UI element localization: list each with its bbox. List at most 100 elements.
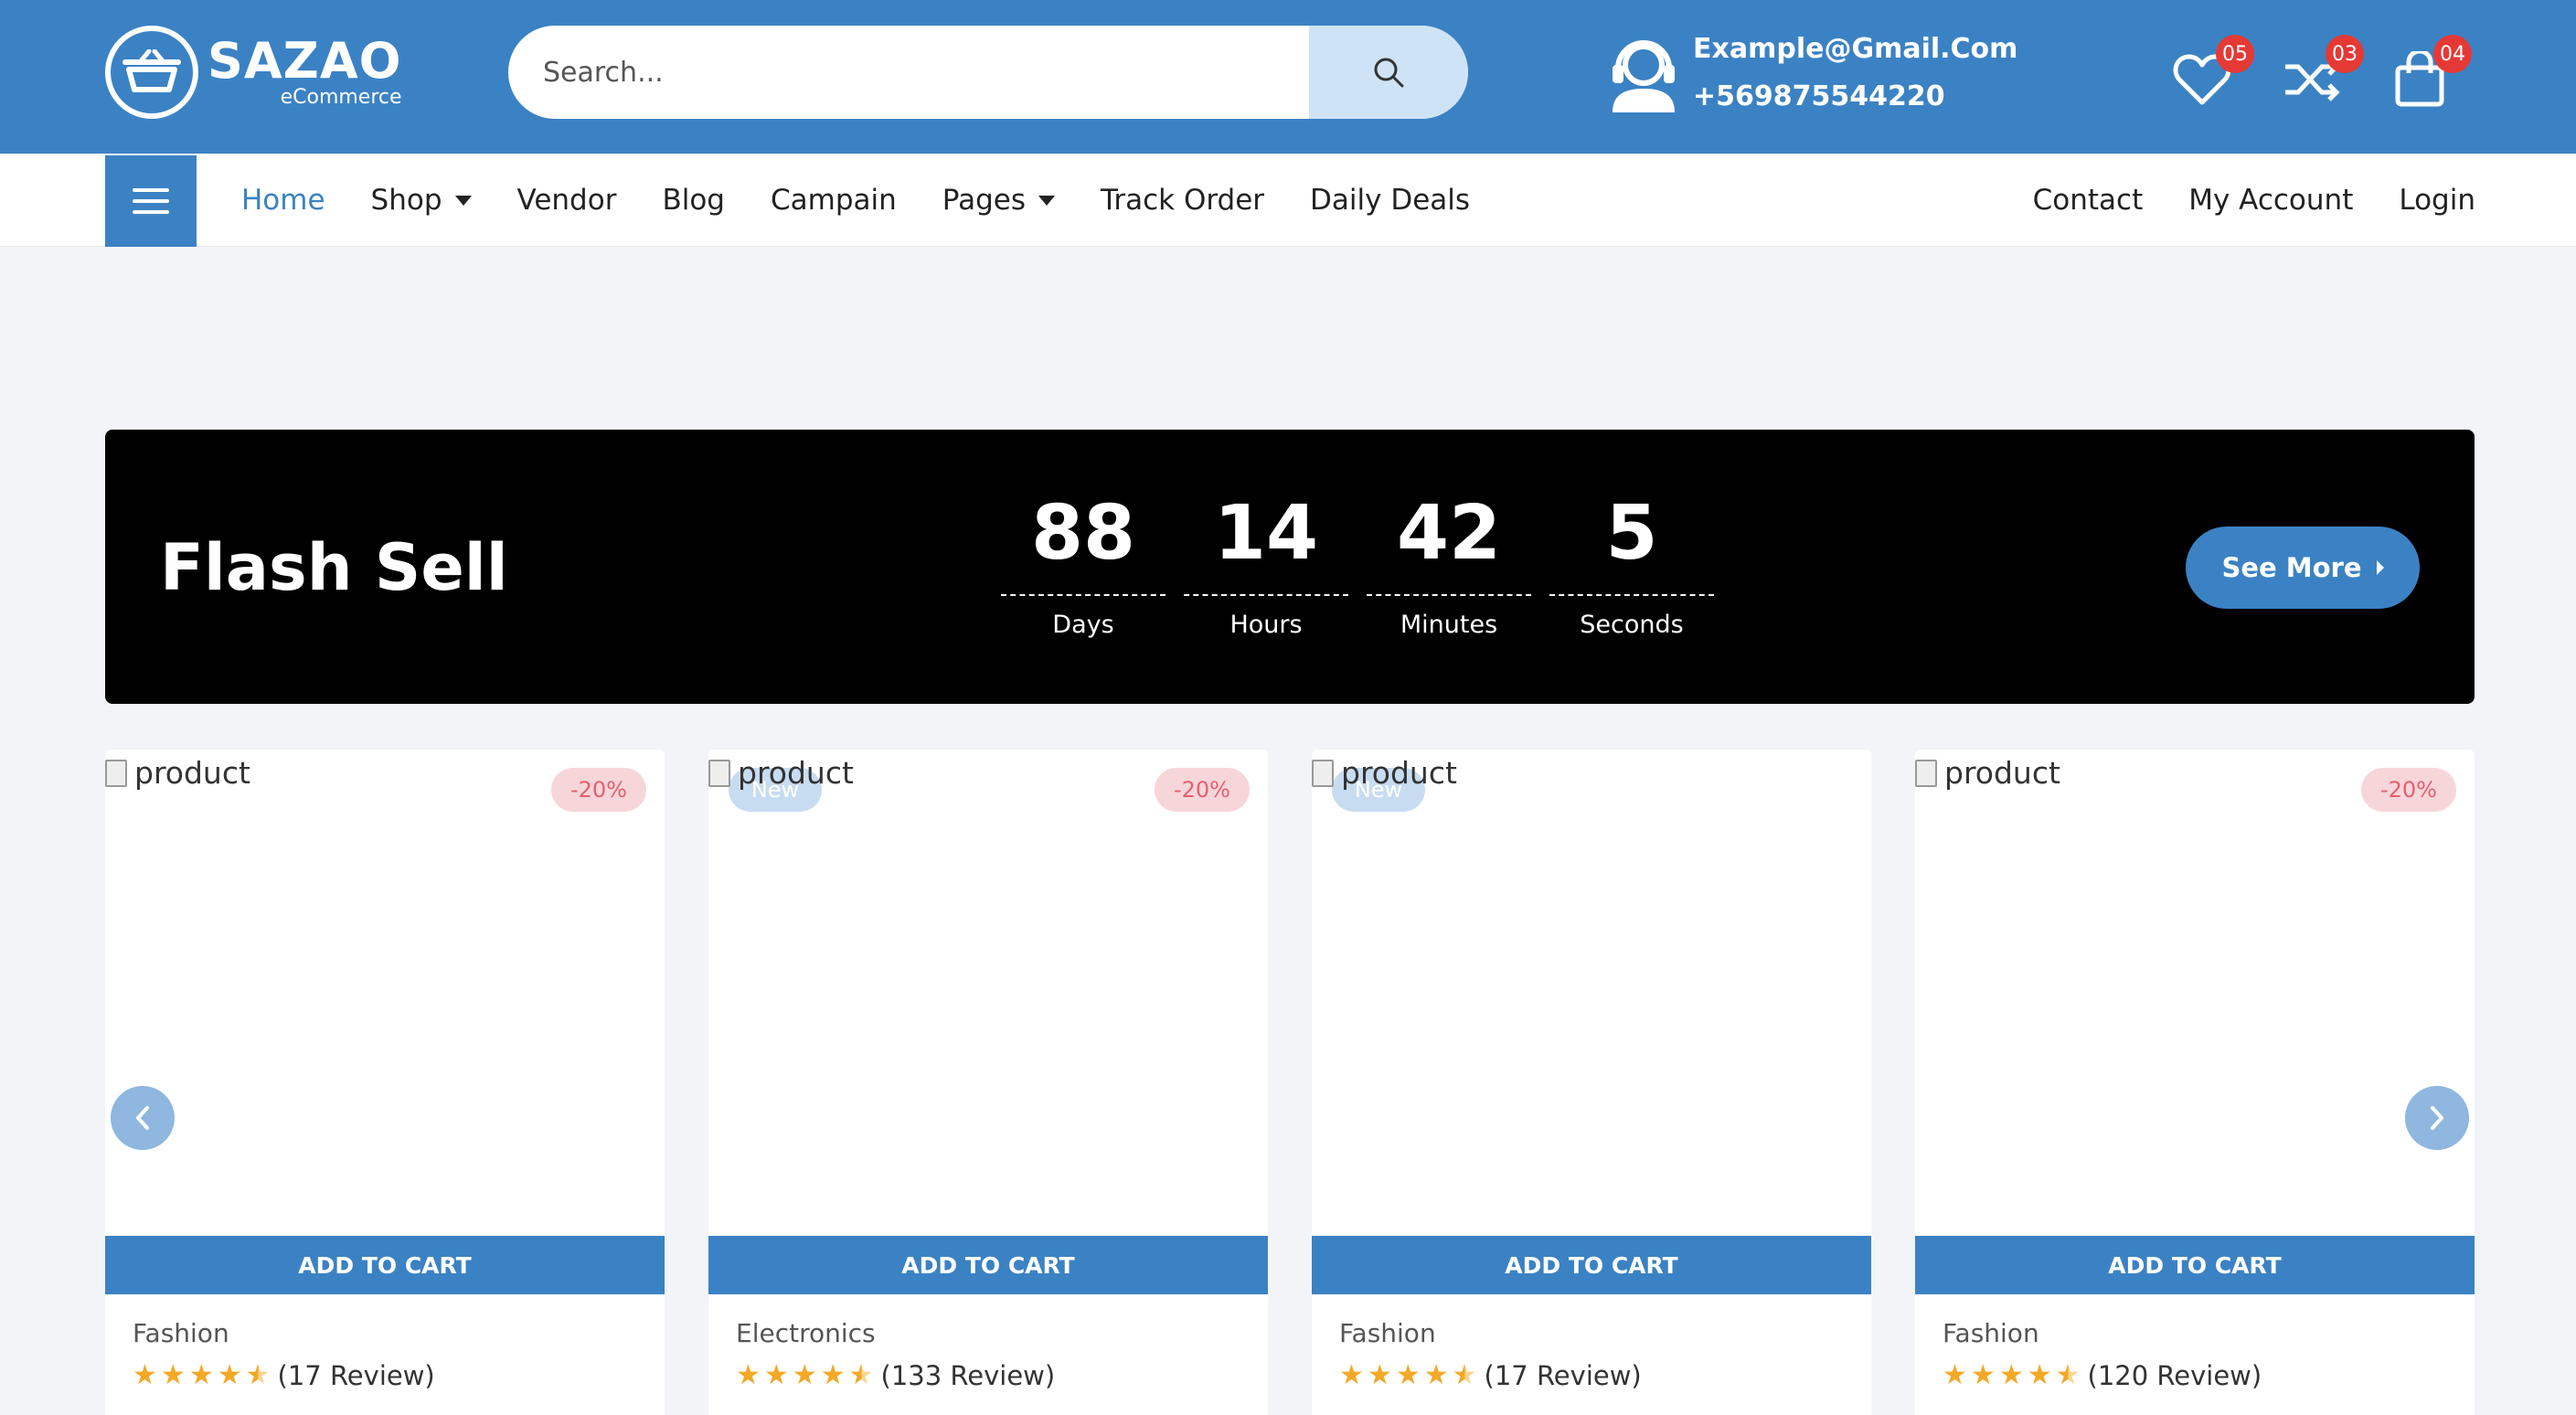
countdown-seconds: 5 Seconds: [1540, 488, 1723, 639]
star-half-icon: ★: [1452, 1359, 1477, 1391]
rating-stars: ★ ★ ★ ★ ★: [1339, 1362, 1481, 1389]
review-count: (133 Review): [880, 1360, 1056, 1391]
star-icon: ★: [1998, 1359, 2024, 1391]
star-icon: ★: [2027, 1359, 2052, 1391]
rating-stars: ★ ★ ★ ★ ★: [736, 1362, 878, 1389]
cart-count-badge: 04: [2433, 35, 2472, 73]
countdown-label: Days: [1052, 611, 1114, 639]
nav-campain[interactable]: Campain: [771, 184, 897, 217]
nav-daily-deals[interactable]: Daily Deals: [1310, 184, 1470, 217]
product-rating: ★ ★ ★ ★ ★ (133 Review): [736, 1360, 1055, 1391]
product-image[interactable]: New product: [1312, 750, 1871, 1236]
support-agent-icon: [1613, 40, 1675, 112]
discount-badge: -20%: [551, 768, 646, 812]
add-to-cart-button[interactable]: ADD TO CART: [1312, 1236, 1871, 1294]
product-category[interactable]: Fashion: [133, 1318, 229, 1348]
nav-login[interactable]: Login: [2399, 184, 2475, 217]
countdown-timer: 88 Days 14 Hours 42 Minutes 5 Seconds: [992, 488, 1723, 639]
countdown-value: 5: [1549, 488, 1714, 596]
star-icon: ★: [1367, 1359, 1392, 1391]
chevron-left-icon: [136, 1106, 149, 1130]
broken-image-icon: [1312, 759, 1334, 787]
countdown-hours: 14 Hours: [1175, 488, 1357, 639]
star-icon: ★: [133, 1359, 157, 1391]
compare-button[interactable]: 03: [2280, 35, 2364, 112]
star-icon: ★: [217, 1359, 242, 1391]
star-icon: ★: [1970, 1359, 1996, 1391]
add-to-cart-button[interactable]: ADD TO CART: [105, 1236, 665, 1294]
star-half-icon: ★: [848, 1359, 874, 1391]
wishlist-button[interactable]: 05: [2170, 35, 2254, 112]
product-card[interactable]: New product -20% ADD TO CART Electronics…: [708, 750, 1268, 1415]
countdown-days: 88 Days: [992, 488, 1175, 639]
countdown-value: 88: [1001, 488, 1166, 596]
star-icon: ★: [1943, 1359, 1967, 1391]
main-nav: Home Shop Vendor Blog Campain Pages Trac…: [0, 154, 2576, 247]
star-half-icon: ★: [2055, 1359, 2081, 1391]
product-image[interactable]: product -20%: [105, 750, 665, 1236]
nav-my-account[interactable]: My Account: [2188, 184, 2353, 217]
logo-name: SAZAO: [208, 32, 402, 90]
broken-image-icon: [105, 759, 127, 787]
star-icon: ★: [820, 1359, 846, 1391]
search-icon: [1374, 58, 1404, 88]
add-to-cart-button[interactable]: ADD TO CART: [708, 1236, 1268, 1294]
wishlist-count-badge: 05: [2216, 35, 2254, 73]
contact-email[interactable]: Example@Gmail.Com: [1693, 26, 2017, 73]
star-icon: ★: [792, 1359, 817, 1391]
star-half-icon: ★: [245, 1359, 271, 1391]
star-icon: ★: [1395, 1359, 1421, 1391]
star-icon: ★: [160, 1359, 186, 1391]
countdown-label: Seconds: [1580, 611, 1684, 639]
countdown-value: 42: [1367, 488, 1531, 596]
top-header: SAZAO eCommerce Example@Gmail.Com +56987…: [0, 0, 2576, 154]
caret-down-icon: [1038, 195, 1055, 206]
nav-blog[interactable]: Blog: [662, 184, 725, 217]
nav-contact[interactable]: Contact: [2033, 184, 2144, 217]
product-category[interactable]: Fashion: [1943, 1318, 2039, 1348]
product-image[interactable]: New product -20%: [708, 750, 1268, 1236]
flash-sell-banner: Flash Sell 88 Days 14 Hours 42 Minutes 5…: [105, 430, 2475, 704]
review-count: (17 Review): [277, 1360, 435, 1391]
product-rating: ★ ★ ★ ★ ★ (17 Review): [133, 1360, 435, 1391]
see-more-button[interactable]: See More: [2186, 527, 2420, 609]
add-to-cart-button[interactable]: ADD TO CART: [1915, 1236, 2475, 1294]
nav-shop[interactable]: Shop: [371, 184, 472, 217]
nav-pages[interactable]: Pages: [942, 184, 1055, 217]
product-image-alt: product: [134, 755, 250, 791]
flash-sell-title: Flash Sell: [160, 530, 508, 605]
countdown-minutes: 42 Minutes: [1357, 488, 1540, 639]
product-card[interactable]: product -20% ADD TO CART Fashion ★ ★ ★ ★ ★ (…: [105, 750, 665, 1415]
search-button[interactable]: [1309, 26, 1468, 119]
search-input[interactable]: [543, 26, 1238, 119]
discount-badge: -20%: [2361, 768, 2456, 812]
slider-prev-button[interactable]: [111, 1086, 175, 1150]
search-bar: [508, 26, 1468, 119]
product-rating: ★ ★ ★ ★ ★ (17 Review): [1339, 1360, 1642, 1391]
countdown-label: Hours: [1229, 611, 1303, 639]
logo[interactable]: SAZAO eCommerce: [105, 26, 402, 119]
slider-next-button[interactable]: [2405, 1086, 2469, 1150]
countdown-label: Minutes: [1400, 611, 1498, 639]
product-rating: ★ ★ ★ ★ ★ (120 Review): [1943, 1360, 2262, 1391]
review-count: (17 Review): [1484, 1360, 1642, 1391]
product-card[interactable]: New product ADD TO CART Fashion ★ ★ ★ ★ ★ (1…: [1312, 750, 1871, 1415]
product-card[interactable]: product -20% ADD TO CART Fashion ★ ★ ★ ★ ★ (…: [1915, 750, 2475, 1415]
nav-track-order[interactable]: Track Order: [1101, 184, 1264, 217]
chevron-right-icon: [2431, 1106, 2443, 1130]
countdown-value: 14: [1184, 488, 1348, 596]
review-count: (120 Review): [2087, 1360, 2262, 1391]
product-image-alt: product: [1341, 755, 1457, 791]
star-icon: ★: [763, 1359, 789, 1391]
nav-vendor[interactable]: Vendor: [517, 184, 617, 217]
product-image-alt: product: [1944, 755, 2060, 791]
cart-button[interactable]: 04: [2388, 35, 2472, 112]
product-category[interactable]: Fashion: [1339, 1318, 1436, 1348]
category-menu-button[interactable]: [105, 155, 197, 247]
product-image[interactable]: product -20%: [1915, 750, 2475, 1236]
product-category[interactable]: Electronics: [736, 1318, 876, 1348]
contact-phone[interactable]: +569875544220: [1693, 73, 2017, 121]
nav-home[interactable]: Home: [241, 184, 325, 217]
star-icon: ★: [736, 1359, 761, 1391]
caret-right-icon: [2376, 560, 2384, 575]
